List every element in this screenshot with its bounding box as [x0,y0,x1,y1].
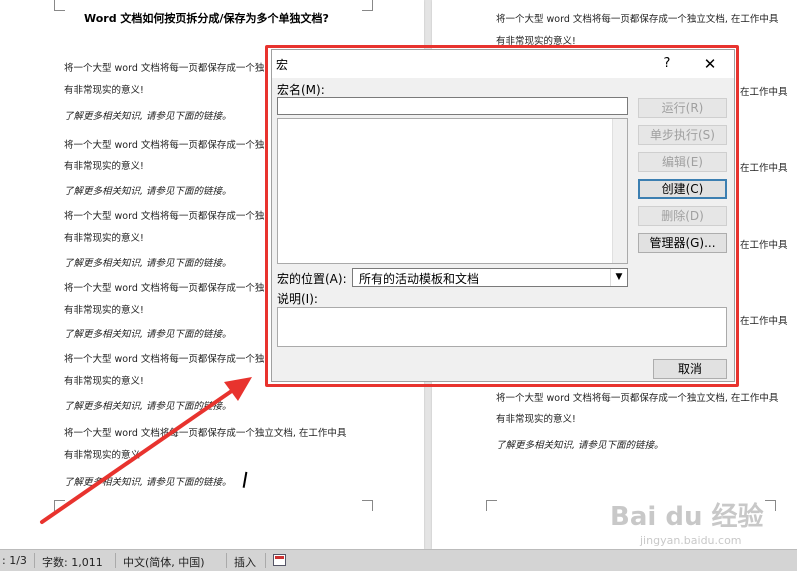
status-separator [115,553,116,568]
macro-dialog: 宏 ? ✕ 宏名(M): 运行(R) 单步执行(S) 编辑(E) 创建(C) 删… [271,49,735,382]
paragraph-fragment: 在工作中具 [740,87,788,98]
description-box [277,307,727,347]
macro-location-select[interactable]: 所有的活动模板和文档 ▼ [352,268,628,287]
link-line: 了解更多相关知识, 请参见下面的链接。 [64,111,232,122]
chevron-down-icon[interactable]: ▼ [610,269,627,286]
paragraph-line: 将一个大型 word 文档将每一页都保存成一个独立文档, 在工作中具 [496,14,779,25]
crop-mark [54,500,65,511]
paragraph-line: 将一个大型 word 文档将每一页都保存成一个独立文档, 在工作中具 [496,393,779,404]
paragraph-line: 有非常现实的意义! [64,376,144,387]
macro-location-value: 所有的活动模板和文档 [359,272,480,286]
macro-list-scrollbar[interactable] [612,119,627,263]
paragraph-fragment: 在工作中具 [740,163,788,174]
paragraph-line: 将一个大型 word 文档将每一页都保存成一个独 [64,283,265,294]
macro-list[interactable] [277,118,628,264]
paragraph-line: 将一个大型 word 文档将每一页都保存成一个独 [64,63,265,74]
crop-mark [362,0,373,11]
paragraph-line: 将一个大型 word 文档将每一页都保存成一个独 [64,211,265,222]
crop-mark [54,0,65,11]
macro-record-icon[interactable] [273,554,286,566]
baidu-watermark: Bai du 经验 jingyan.baidu.com [610,492,790,552]
dialog-title: 宏 [276,58,289,72]
status-separator [226,553,227,568]
run-button[interactable]: 运行(R) [638,98,727,118]
macro-name-input[interactable] [277,97,628,115]
cancel-button[interactable]: 取消 [653,359,727,379]
organizer-button[interactable]: 管理器(G)... [638,233,727,253]
paragraph-line: 将一个大型 word 文档将每一页都保存成一个独 [64,354,265,365]
status-separator [265,553,266,568]
paragraph-line: 有非常现实的意义! [64,161,144,172]
page-count[interactable]: : 1/3 [2,554,27,567]
dialog-titlebar[interactable]: 宏 ? ✕ [272,50,734,78]
paragraph-line: 有非常现实的意义! [64,233,144,244]
macro-location-label: 宏的位置(A): [277,272,347,286]
edit-button[interactable]: 编辑(E) [638,152,727,172]
status-bar: : 1/3 字数: 1,011 中文(简体, 中国) 插入 [0,549,797,571]
help-button[interactable]: ? [657,54,677,74]
delete-button[interactable]: 删除(D) [638,206,727,226]
document-title: Word 文档如何按页拆分成/保存为多个单独文档? [84,12,329,25]
link-line: 了解更多相关知识, 请参见下面的链接。 [64,186,232,197]
link-line: 了解更多相关知识, 请参见下面的链接。 [496,440,664,451]
paragraph-fragment: 在工作中具 [740,240,788,251]
watermark-url: jingyan.baidu.com [640,534,742,547]
paragraph-line: 将一个大型 word 文档将每一页都保存成一个独立文档, 在工作中具 [64,428,347,439]
word-count[interactable]: 字数: 1,011 [42,554,103,570]
crop-mark [486,500,497,511]
insert-mode[interactable]: 插入 [234,554,256,570]
link-line: 了解更多相关知识, 请参见下面的链接。 [64,477,232,488]
status-separator [34,553,35,568]
paragraph-line: 将一个大型 word 文档将每一页都保存成一个独 [64,140,265,151]
step-into-button[interactable]: 单步执行(S) [638,125,727,145]
create-button[interactable]: 创建(C) [638,179,727,199]
paragraph-line: 有非常现实的意义 [64,450,141,461]
paragraph-line: 有非常现实的意义! [496,414,576,425]
watermark-logo: Bai du 经验 [610,502,764,532]
paragraph-line: 有非常现实的意义! [64,85,144,96]
macro-name-label: 宏名(M): [277,83,325,97]
link-line: 了解更多相关知识, 请参见下面的链接。 [64,401,232,412]
close-button[interactable]: ✕ [698,54,722,74]
paragraph-line: 有非常现实的意义! [64,305,144,316]
paragraph-fragment: 在工作中具 [740,316,788,327]
link-line: 了解更多相关知识, 请参见下面的链接。 [64,329,232,340]
text-cursor [242,471,250,489]
crop-mark [362,500,373,511]
description-label: 说明(I): [277,292,318,306]
language-indicator[interactable]: 中文(简体, 中国) [123,554,205,570]
link-line: 了解更多相关知识, 请参见下面的链接。 [64,258,232,269]
